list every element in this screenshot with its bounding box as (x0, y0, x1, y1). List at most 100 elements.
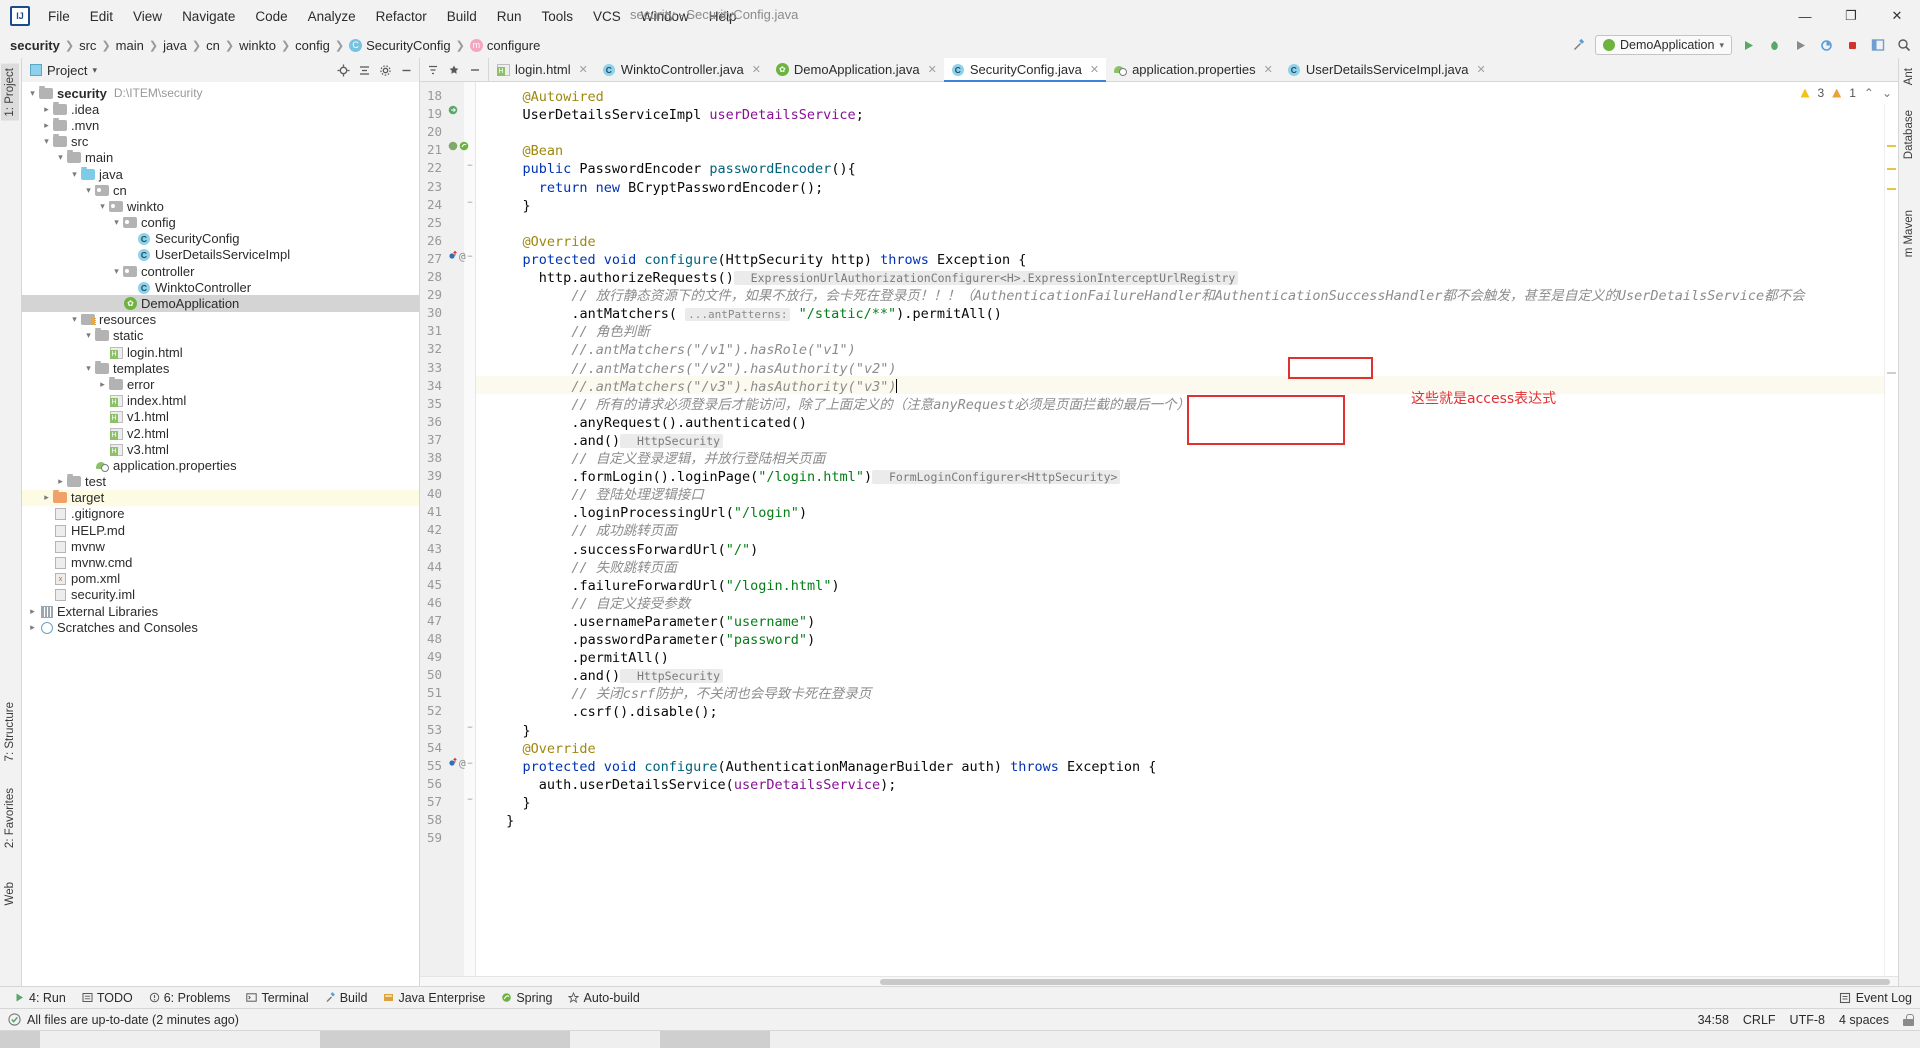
debug-button[interactable] (1764, 35, 1784, 55)
chevron-down-icon[interactable]: ▾ (82, 363, 95, 374)
tree-node-static[interactable]: ▾ static (22, 328, 419, 344)
code-line[interactable]: } (522, 722, 530, 740)
inspection-widget[interactable]: 3 1 ⌃ ⌄ (1794, 82, 1898, 104)
code-line[interactable]: //.antMatchers("/v1").hasRole("v1") (571, 341, 855, 359)
tree-node-pom-xml[interactable]: x pom.xml (22, 571, 419, 587)
code-line[interactable]: .usernameParameter("username") (571, 613, 815, 631)
menu-item-tools[interactable]: Tools (532, 5, 584, 28)
lock-icon[interactable] (1903, 1013, 1914, 1026)
tree-node-target[interactable]: ▸ target (22, 489, 419, 506)
code-line[interactable]: // 失败跳转页面 (571, 559, 676, 577)
tool-tab-ant[interactable]: Ant (1900, 64, 1918, 89)
stripe-marker[interactable] (1887, 168, 1896, 170)
code-line[interactable]: return new BCryptPasswordEncoder(); (539, 179, 823, 197)
tree-node-java[interactable]: ▾ java (22, 166, 419, 182)
tool-window-button-spring[interactable]: Spring (493, 989, 560, 1007)
code-line[interactable]: // 登陆处理逻辑接口 (571, 486, 703, 504)
code-line[interactable]: public PasswordEncoder passwordEncoder()… (522, 160, 855, 178)
code-line[interactable]: // 放行静态资源下的文件，如果不放行，会卡死在登录页！！！（Authentic… (571, 287, 1804, 305)
breadcrumb-item-winkto[interactable]: winkto (239, 38, 276, 53)
fold-close-icon[interactable]: − (465, 198, 475, 208)
editor-tab-login-html[interactable]: login.html ✕ (489, 58, 595, 81)
project-panel-title[interactable]: Project ▾ (30, 63, 97, 78)
tree-node-demoapplication[interactable]: ✿ DemoApplication (22, 295, 419, 312)
tree-node--idea[interactable]: ▸ .idea (22, 101, 419, 117)
indent-setting[interactable]: 4 spaces (1839, 1013, 1889, 1027)
tree-node-controller[interactable]: ▾ controller (22, 263, 419, 279)
maximize-button[interactable]: ❐ (1828, 0, 1874, 32)
breadcrumb-item-java[interactable]: java (163, 38, 187, 53)
next-problem-icon[interactable]: ⌄ (1882, 86, 1892, 100)
taskbar-item[interactable] (0, 1031, 40, 1048)
stripe-marker[interactable] (1887, 372, 1896, 374)
tree-node-security[interactable]: ▾ security D:\ITEM\security (22, 85, 419, 101)
chevron-down-icon[interactable]: ▾ (26, 88, 39, 99)
chevron-right-icon[interactable]: ▸ (40, 492, 53, 503)
breadcrumb-item-src[interactable]: src (79, 38, 96, 53)
horizontal-scrollbar[interactable] (420, 976, 1898, 986)
close-tab-icon[interactable]: ✕ (752, 63, 761, 76)
tool-tab-project[interactable]: 1: Project (1, 64, 19, 121)
code-line[interactable]: } (522, 794, 530, 812)
tree-node-index-html[interactable]: index.html (22, 393, 419, 409)
menu-item-run[interactable]: Run (487, 5, 532, 28)
code-line[interactable]: .and() HttpSecurity (571, 432, 724, 450)
close-tab-icon[interactable]: ✕ (928, 63, 937, 76)
breadcrumb-item-main[interactable]: main (116, 38, 144, 53)
tool-window-button-build[interactable]: Build (317, 989, 376, 1007)
stop-button[interactable] (1842, 35, 1862, 55)
code-line[interactable]: @Override (522, 740, 595, 758)
pin-tab-icon[interactable] (445, 61, 463, 79)
tree-node-cn[interactable]: ▾ cn (22, 182, 419, 198)
chevron-down-icon[interactable]: ▾ (54, 152, 67, 163)
tool-tab-web[interactable]: Web (1, 878, 19, 909)
run-button[interactable] (1738, 35, 1758, 55)
close-button[interactable]: ✕ (1874, 0, 1920, 32)
code-editor[interactable]: 18 19 20 21 22−23 24−25 26 27 @ −28 29 30 31 32 33 34 35… (420, 82, 1898, 976)
tree-node-mvnw[interactable]: mvnw (22, 538, 419, 554)
fold-open-icon[interactable]: − (465, 759, 475, 769)
error-stripe-markers[interactable] (1884, 82, 1898, 976)
tree-node-securityconfig[interactable]: C SecurityConfig (22, 231, 419, 247)
menu-item-refactor[interactable]: Refactor (366, 5, 437, 28)
menu-item-edit[interactable]: Edit (80, 5, 123, 28)
project-tree[interactable]: ▾ security D:\ITEM\security ▸ .idea ▸ .mvn ▾ src… (22, 82, 419, 986)
tool-tab-maven[interactable]: m Maven (1900, 206, 1918, 261)
file-encoding[interactable]: UTF-8 (1790, 1013, 1825, 1027)
tree-node-v1-html[interactable]: v1.html (22, 409, 419, 425)
breadcrumb-item-configure[interactable]: m configure (469, 38, 540, 53)
code-line[interactable]: .permitAll() (571, 649, 669, 667)
menu-item-vcs[interactable]: VCS (583, 5, 631, 28)
tool-window-button-todo[interactable]: TODO (74, 989, 141, 1007)
collapse-all-icon[interactable] (356, 62, 373, 79)
close-tab-icon[interactable]: ✕ (1264, 63, 1273, 76)
override-icon[interactable] (448, 105, 458, 118)
chevron-down-icon[interactable]: ▾ (82, 185, 95, 196)
fold-close-icon[interactable]: − (465, 723, 475, 733)
code-line[interactable]: // 关闭csrf防护，不关闭也会导致卡死在登录页 (571, 685, 871, 703)
menu-item-navigate[interactable]: Navigate (172, 5, 245, 28)
tree-node--mvn[interactable]: ▸ .mvn (22, 117, 419, 133)
tree-node-mvnw-cmd[interactable]: mvnw.cmd (22, 554, 419, 570)
hide-panel-icon[interactable] (398, 62, 415, 79)
fold-close-icon[interactable]: − (465, 795, 475, 805)
tool-tab-favorites[interactable]: 2: Favorites (1, 784, 19, 852)
profile-button[interactable] (1816, 35, 1836, 55)
tree-node-test[interactable]: ▸ test (22, 474, 419, 490)
breadcrumb-item-security[interactable]: security (10, 38, 60, 53)
taskbar-item[interactable] (320, 1031, 570, 1048)
line-separator[interactable]: CRLF (1743, 1013, 1776, 1027)
close-tab-icon[interactable]: ✕ (1476, 63, 1485, 76)
tool-window-button-terminal[interactable]: Terminal (238, 989, 316, 1007)
code-line[interactable]: http.authorizeRequests() ExpressionUrlAu… (539, 269, 1239, 287)
chevron-right-icon[interactable]: ▸ (26, 606, 39, 617)
code-line[interactable]: .loginProcessingUrl("/login") (571, 504, 807, 522)
code-line[interactable]: .formLogin().loginPage("/login.html") Fo… (571, 468, 1121, 486)
breadcrumb-item-config[interactable]: config (295, 38, 330, 53)
tree-node-v3-html[interactable]: v3.html (22, 441, 419, 457)
tree-node--gitignore[interactable]: .gitignore (22, 506, 419, 522)
hide-tabs-icon[interactable] (466, 61, 484, 79)
stripe-marker[interactable] (1887, 188, 1896, 190)
code-line[interactable]: } (506, 812, 514, 830)
settings-gear-icon[interactable] (377, 62, 394, 79)
